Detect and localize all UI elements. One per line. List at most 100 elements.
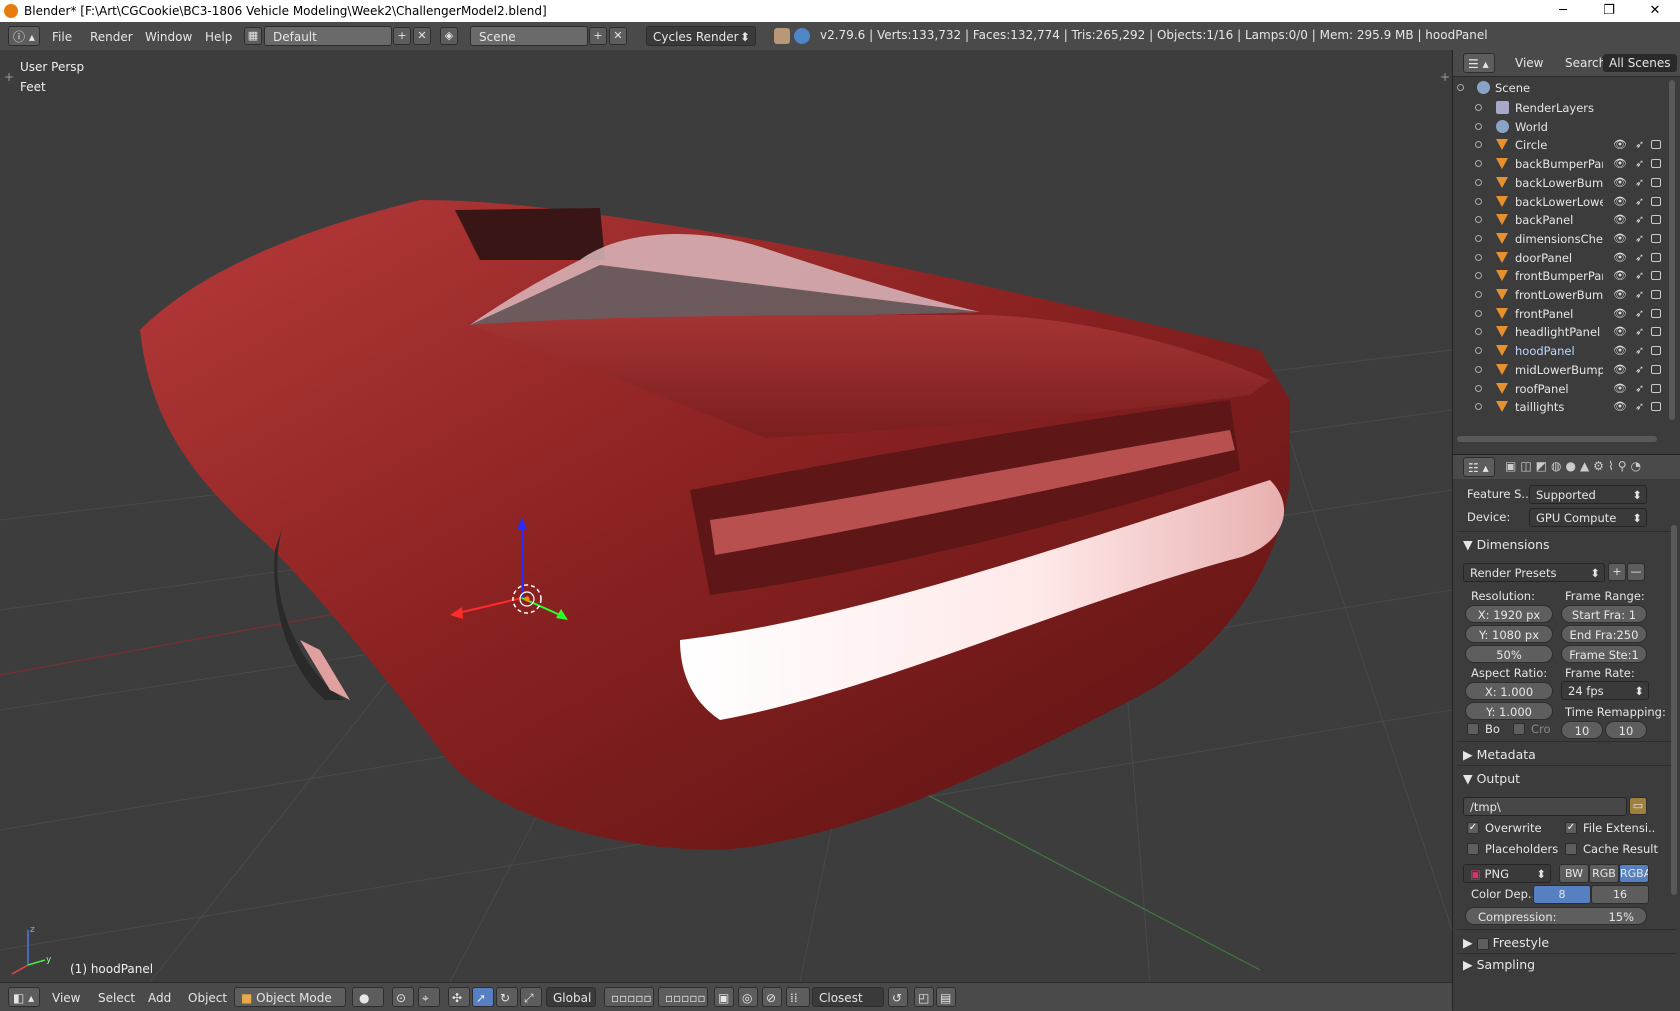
close-button[interactable]: ✕ — [1632, 0, 1678, 22]
renderability-camera-icon[interactable] — [1651, 140, 1661, 150]
remove-scene-icon[interactable]: ✕ — [609, 27, 627, 45]
maximize-button[interactable]: ❐ — [1586, 0, 1632, 22]
selectability-cursor-icon[interactable]: ➶ — [1635, 173, 1644, 193]
outliner-item-frontLowerBumpe[interactable]: frontLowerBumpe 👁 ➶ — [1453, 285, 1667, 305]
render-engine-dropdown[interactable]: Cycles Render ⬍ — [646, 26, 756, 46]
outliner-display-mode[interactable]: All Scenes — [1603, 54, 1677, 72]
file-extensions-checkbox[interactable]: ✓ — [1565, 822, 1577, 834]
proportional-edit-icon[interactable]: ◎ — [738, 987, 758, 1007]
resolution-y-field[interactable]: Y: 1080 px — [1465, 625, 1553, 643]
selectability-cursor-icon[interactable]: ➶ — [1635, 341, 1644, 361]
expand-icon[interactable] — [1475, 365, 1482, 373]
visibility-eye-icon[interactable]: 👁 — [1613, 248, 1627, 268]
expand-icon[interactable] — [1475, 272, 1482, 280]
renderability-camera-icon[interactable] — [1651, 290, 1661, 299]
selectability-cursor-icon[interactable]: ➶ — [1635, 210, 1644, 230]
editor-type-3d-icon[interactable]: ◧ ▴ — [8, 987, 40, 1007]
rotate-icon[interactable]: ↻ — [496, 987, 518, 1007]
renderability-camera-icon[interactable] — [1651, 177, 1661, 187]
selectability-cursor-icon[interactable]: ➶ — [1635, 285, 1644, 305]
expand-icon[interactable] — [1475, 403, 1482, 411]
screen-layout-field[interactable]: Default — [264, 26, 392, 46]
visibility-eye-icon[interactable]: 👁 — [1613, 285, 1627, 305]
render-presets-dropdown[interactable]: Render Presets ⬍ — [1463, 563, 1605, 582]
expand-icon[interactable] — [1475, 104, 1482, 111]
properties-editor-icon[interactable]: ☷ ▴ — [1463, 457, 1495, 477]
editor-type-info-icon[interactable]: ⓘ ▴ — [8, 26, 40, 46]
renderability-camera-icon[interactable] — [1651, 233, 1661, 243]
freestyle-panel-header[interactable]: ▶ Freestyle — [1463, 935, 1549, 950]
properties-context-icons[interactable]: ▣◫◩◍●▲⚙⌇⚲◔ — [1505, 459, 1645, 473]
renderability-camera-icon[interactable] — [1651, 215, 1661, 225]
start-frame-field[interactable]: Start Fra: 1 — [1561, 605, 1647, 623]
visibility-eye-icon[interactable]: 👁 — [1613, 341, 1627, 361]
outliner-item-Circle[interactable]: Circle 👁 ➶ — [1453, 135, 1667, 155]
outliner-item-taillights[interactable]: taillights 👁 ➶ — [1453, 397, 1667, 417]
renderability-camera-icon[interactable] — [1651, 383, 1661, 393]
border-checkbox[interactable] — [1467, 723, 1479, 735]
renderability-camera-icon[interactable] — [1651, 402, 1661, 412]
snap-icon[interactable]: ⌖ — [418, 987, 440, 1007]
outliner-horizontal-scrollbar[interactable] — [1457, 436, 1657, 442]
snap-element-icon[interactable]: ⁞⁞ — [786, 987, 810, 1007]
screen-layout-icon[interactable]: ▦ — [244, 27, 262, 45]
end-frame-field[interactable]: End Fra:250 — [1561, 625, 1647, 643]
minimize-button[interactable]: ─ — [1540, 0, 1586, 22]
outliner-item-roofPanel[interactable]: roofPanel 👁 ➶ — [1453, 379, 1667, 399]
add-preset-icon[interactable]: + — [1608, 563, 1626, 581]
expand-icon[interactable] — [1475, 253, 1482, 261]
output-panel-header[interactable]: ▼ Output — [1463, 771, 1520, 786]
visibility-eye-icon[interactable]: 👁 — [1613, 173, 1627, 193]
expand-icon[interactable] — [1475, 141, 1482, 149]
outliner-item-midLowerBumper[interactable]: midLowerBumper 👁 ➶ — [1453, 360, 1667, 380]
device-dropdown[interactable]: GPU Compute ⬍ — [1529, 508, 1647, 527]
scale-icon[interactable]: ⤢ — [520, 987, 542, 1007]
visibility-eye-icon[interactable]: 👁 — [1613, 322, 1627, 342]
sampling-panel-header[interactable]: ▶ Sampling — [1463, 957, 1535, 972]
selectability-cursor-icon[interactable]: ➶ — [1635, 266, 1644, 286]
crop-checkbox[interactable] — [1513, 723, 1525, 735]
render-icon[interactable] — [774, 28, 790, 44]
visibility-eye-icon[interactable]: 👁 — [1613, 135, 1627, 155]
frame-step-field[interactable]: Frame Ste:1 — [1561, 645, 1647, 663]
expand-icon[interactable] — [1475, 309, 1482, 317]
menu-file[interactable]: File — [52, 27, 72, 47]
renderability-camera-icon[interactable] — [1651, 271, 1661, 281]
renderability-camera-icon[interactable] — [1651, 308, 1661, 318]
selectability-cursor-icon[interactable]: ➶ — [1635, 397, 1644, 417]
visibility-eye-icon[interactable]: 👁 — [1613, 360, 1627, 380]
expand-icon[interactable] — [1475, 234, 1482, 242]
outliner-item-dimensionsCheck[interactable]: dimensionsCheck 👁 ➶ — [1453, 229, 1667, 249]
outliner-item-doorPanel[interactable]: doorPanel 👁 ➶ — [1453, 248, 1667, 268]
outliner-item-frontBumperPane[interactable]: frontBumperPane 👁 ➶ — [1453, 266, 1667, 286]
outliner-editor-icon[interactable]: ☰ ▴ — [1463, 53, 1495, 73]
selectability-cursor-icon[interactable]: ➶ — [1635, 379, 1644, 399]
visibility-eye-icon[interactable]: 👁 — [1613, 192, 1627, 212]
lock-layers-icon[interactable]: ▣ — [714, 987, 734, 1007]
selectability-cursor-icon[interactable]: ➶ — [1635, 192, 1644, 212]
expand-icon[interactable] — [1475, 216, 1482, 224]
opengl-render-icon[interactable]: ◰ — [914, 987, 934, 1007]
expand-icon[interactable] — [1457, 84, 1464, 91]
selectability-cursor-icon[interactable]: ➶ — [1635, 229, 1644, 249]
expand-icon[interactable] — [1475, 178, 1482, 186]
pivot-point-icon[interactable]: ⊙ — [392, 987, 414, 1007]
outliner-item-hoodPanel[interactable]: hoodPanel 👁 ➶ — [1453, 341, 1667, 361]
outliner-item-World[interactable]: World — [1453, 117, 1667, 137]
freestyle-checkbox[interactable] — [1476, 937, 1489, 950]
snap-toggle-icon[interactable]: ⊘ — [762, 987, 782, 1007]
color-depth-8-button[interactable]: 8 — [1533, 885, 1591, 904]
remove-screen-icon[interactable]: ✕ — [413, 27, 431, 45]
aspect-x-field[interactable]: X: 1.000 — [1465, 682, 1553, 700]
menu-help[interactable]: Help — [205, 27, 232, 47]
selectability-cursor-icon[interactable]: ➶ — [1635, 322, 1644, 342]
compression-slider[interactable]: Compression: 15% — [1465, 907, 1647, 925]
scene-field[interactable]: Scene — [470, 26, 588, 46]
expand-icon[interactable] — [1475, 328, 1482, 336]
outliner-scene-row[interactable]: Scene — [1453, 78, 1667, 98]
manipulator-icon[interactable]: ✣ — [448, 987, 470, 1007]
visibility-eye-icon[interactable]: 👁 — [1613, 379, 1627, 399]
snap-target-dropdown[interactable]: Closest — [812, 987, 884, 1007]
translate-icon[interactable]: ➚ — [472, 987, 494, 1007]
color-bw-button[interactable]: BW — [1559, 864, 1589, 883]
